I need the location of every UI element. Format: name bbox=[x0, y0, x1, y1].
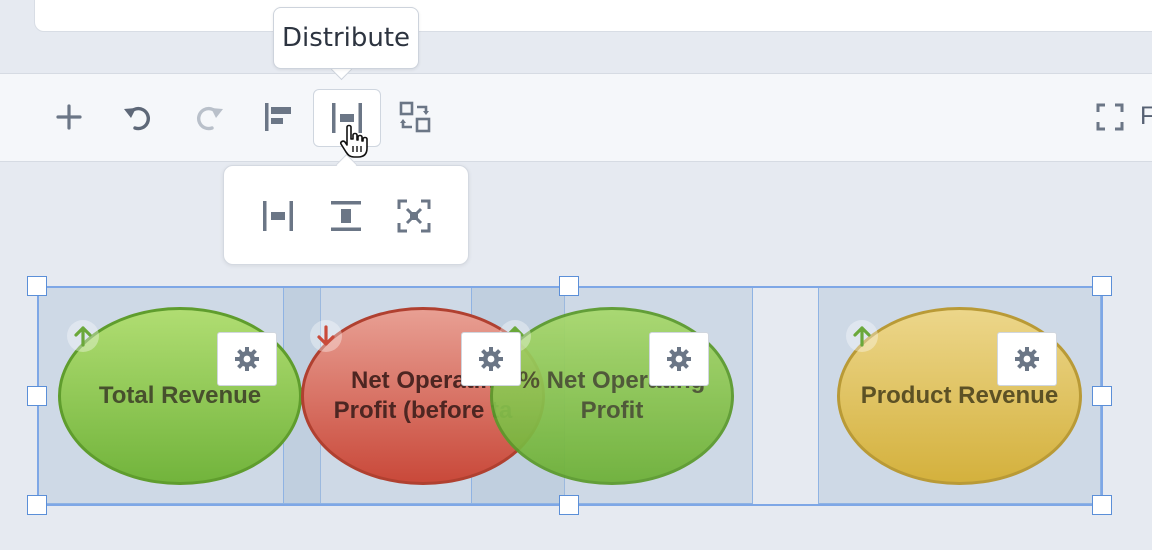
widget-settings-button[interactable] bbox=[997, 332, 1057, 386]
fullscreen-button[interactable] bbox=[1080, 87, 1140, 147]
redo-button[interactable] bbox=[178, 87, 238, 147]
add-icon bbox=[56, 104, 82, 130]
widget-settings-button[interactable] bbox=[217, 332, 277, 386]
hand-cursor-icon bbox=[340, 124, 368, 158]
distribute-tooltip: Distribute bbox=[273, 7, 419, 69]
distribute-horizontal-icon bbox=[263, 201, 293, 231]
trend-up-icon bbox=[67, 320, 99, 352]
toolbar: F bbox=[0, 73, 1152, 162]
distribute-horizontal-button[interactable] bbox=[250, 188, 306, 244]
undo-icon bbox=[124, 106, 150, 131]
distribute-spread-button[interactable] bbox=[386, 188, 442, 244]
trend-down-icon bbox=[310, 320, 342, 352]
redo-icon bbox=[197, 106, 223, 131]
resize-handle-bottom-left[interactable] bbox=[27, 495, 47, 515]
swap-icon bbox=[399, 101, 431, 133]
gear-icon bbox=[1015, 347, 1039, 371]
distribute-vertical-button[interactable] bbox=[318, 188, 374, 244]
gear-icon bbox=[479, 347, 503, 371]
fullscreen-icon bbox=[1096, 103, 1124, 131]
undo-button[interactable] bbox=[109, 87, 169, 147]
gear-icon bbox=[667, 347, 691, 371]
resize-handle-left[interactable] bbox=[27, 386, 47, 406]
distribute-spread-icon bbox=[397, 199, 431, 233]
align-left-icon bbox=[265, 103, 291, 131]
resize-handle-bottom-right[interactable] bbox=[1092, 495, 1112, 515]
resize-handle-top-right[interactable] bbox=[1092, 276, 1112, 296]
add-button[interactable] bbox=[39, 87, 99, 147]
gear-icon bbox=[235, 347, 259, 371]
distribute-vertical-icon bbox=[331, 201, 361, 231]
resize-handle-right[interactable] bbox=[1092, 386, 1112, 406]
resize-handle-bottom[interactable] bbox=[559, 495, 579, 515]
widget-settings-button[interactable] bbox=[649, 332, 709, 386]
distribute-menu bbox=[223, 165, 469, 265]
swap-button[interactable] bbox=[385, 87, 445, 147]
widget-settings-button[interactable] bbox=[461, 332, 521, 386]
top-panel-card bbox=[34, 0, 1152, 32]
align-button[interactable] bbox=[248, 87, 308, 147]
frame-label[interactable]: F bbox=[1140, 102, 1152, 131]
resize-handle-top-left[interactable] bbox=[27, 276, 47, 296]
resize-handle-top[interactable] bbox=[559, 276, 579, 296]
trend-up-icon bbox=[846, 320, 878, 352]
